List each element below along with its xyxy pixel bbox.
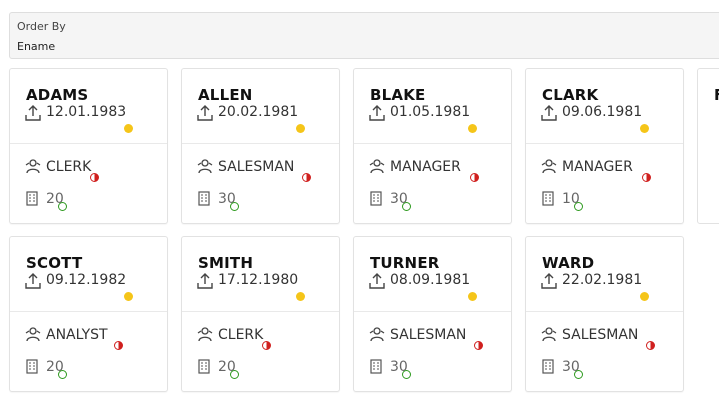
employee-name: CLARK [542,86,599,104]
job-title: ANALYST [46,327,108,343]
upload-icon [25,273,41,289]
employee-card[interactable]: BLAKE 01.05.1981 MANAGER 30 [353,68,512,224]
employee-card[interactable]: ALLEN 20.02.1981 SALESMAN 30 [181,68,340,224]
employee-name: SCOTT [26,254,83,272]
building-icon [542,191,554,206]
card-divider [182,143,339,144]
employee-card[interactable]: SMITH 17.12.1980 CLERK 20 [181,236,340,392]
date-status-dot [640,292,649,301]
order-by-label: Order By [17,20,66,33]
dept-status-dot [402,370,411,379]
employee-name: F [714,86,719,104]
job-title: MANAGER [562,159,633,175]
building-icon [198,359,210,374]
job-title: SALESMAN [218,159,295,175]
order-by-value[interactable]: Ename [17,40,55,53]
employee-card[interactable]: ADAMS 12.01.1983 CLERK 20 [9,68,168,224]
date-status-dot [296,292,305,301]
card-divider [182,311,339,312]
dept-status-dot [402,202,411,211]
hire-date: 09.06.1981 [562,104,643,120]
user-group-icon [541,159,557,174]
building-icon [26,191,38,206]
user-group-icon [541,327,557,342]
dept-status-dot [58,202,67,211]
upload-icon [197,273,213,289]
user-group-icon [369,327,385,342]
hire-date: 01.05.1981 [390,104,471,120]
date-status-dot [640,124,649,133]
hire-date: 12.01.1983 [46,104,127,120]
job-title: MANAGER [390,159,461,175]
job-status-dot [114,341,123,350]
job-title: SALESMAN [562,327,639,343]
upload-icon [197,105,213,121]
hire-date: 09.12.1982 [46,272,127,288]
user-group-icon [25,327,41,342]
card-divider [10,143,167,144]
job-status-dot [302,173,311,182]
user-group-icon [25,159,41,174]
card-divider [526,143,683,144]
card-divider [10,311,167,312]
user-group-icon [197,159,213,174]
employee-card[interactable]: WARD 22.02.1981 SALESMAN 30 [525,236,684,392]
employee-name: ADAMS [26,86,89,104]
job-status-dot [262,341,271,350]
date-status-dot [468,292,477,301]
job-status-dot [90,173,99,182]
hire-date: 08.09.1981 [390,272,471,288]
user-group-icon [197,327,213,342]
dept-status-dot [574,370,583,379]
employee-name: SMITH [198,254,254,272]
building-icon [370,191,382,206]
card-divider [354,143,511,144]
job-title: CLERK [218,327,264,343]
job-status-dot [470,173,479,182]
user-group-icon [369,159,385,174]
hire-date: 20.02.1981 [218,104,299,120]
dept-status-dot [58,370,67,379]
employee-name: TURNER [370,254,440,272]
card-divider [354,311,511,312]
employee-card[interactable]: CLARK 09.06.1981 MANAGER 10 [525,68,684,224]
building-icon [370,359,382,374]
job-status-dot [646,341,655,350]
upload-icon [369,105,385,121]
employee-card[interactable]: TURNER 08.09.1981 SALESMAN 30 [353,236,512,392]
upload-icon [25,105,41,121]
dept-status-dot [230,370,239,379]
date-status-dot [124,124,133,133]
date-status-dot [124,292,133,301]
upload-icon [541,105,557,121]
dept-status-dot [574,202,583,211]
employee-card-partial[interactable]: F [697,68,719,224]
upload-icon [369,273,385,289]
date-status-dot [468,124,477,133]
dept-status-dot [230,202,239,211]
building-icon [198,191,210,206]
job-title: CLERK [46,159,92,175]
job-title: SALESMAN [390,327,467,343]
job-status-dot [474,341,483,350]
order-by-bar[interactable]: Order By Ename [9,12,719,59]
job-status-dot [642,173,651,182]
building-icon [26,359,38,374]
hire-date: 17.12.1980 [218,272,299,288]
hire-date: 22.02.1981 [562,272,643,288]
building-icon [542,359,554,374]
card-divider [526,311,683,312]
employee-name: BLAKE [370,86,426,104]
employee-card[interactable]: SCOTT 09.12.1982 ANALYST 20 [9,236,168,392]
upload-icon [541,273,557,289]
employee-name: ALLEN [198,86,253,104]
employee-name: WARD [542,254,595,272]
date-status-dot [296,124,305,133]
